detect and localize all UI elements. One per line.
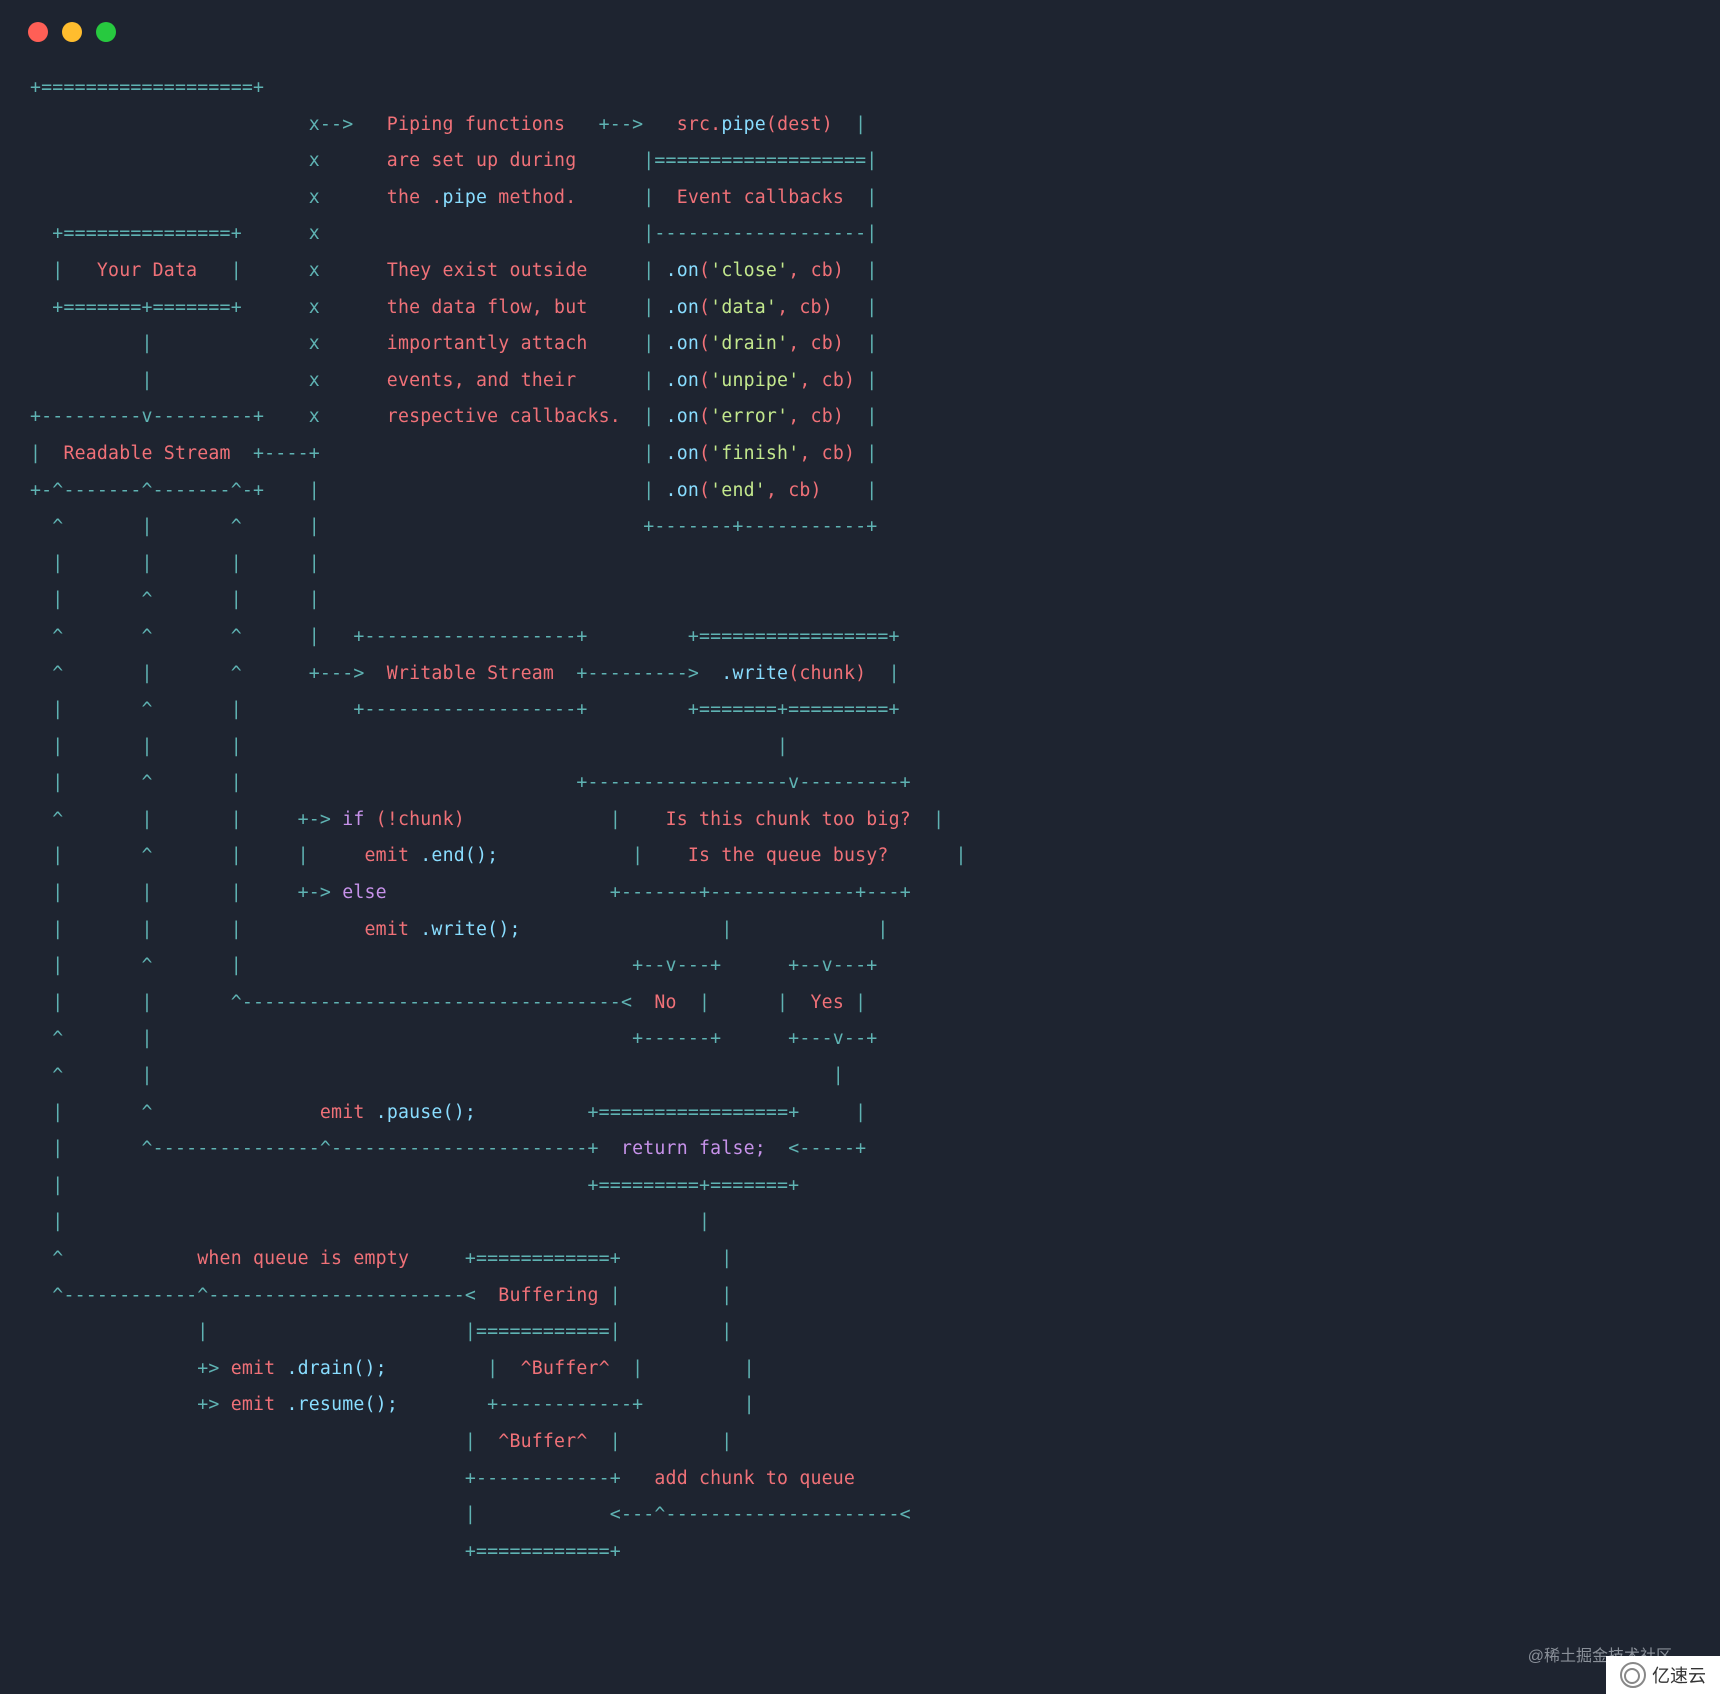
kw-return: return [621,1138,688,1159]
text-piping-l4: They exist outside [387,260,588,281]
text-src: src. [677,114,722,135]
text-no: No [654,992,676,1013]
text-add-chunk: add chunk to queue [654,1468,855,1489]
kw-else: else [342,882,387,903]
text-buffer1: ^Buffer^ [521,1358,610,1379]
text-yes: Yes [811,992,844,1013]
terminal-window: +===================+ x--> Piping functi… [0,0,1720,1694]
close-icon[interactable] [28,22,48,42]
text-piping-l5: the data flow, but [387,297,588,318]
window-titlebar [0,0,1720,50]
text-buffering: Buffering [498,1285,598,1306]
watermark-logo-icon [1620,1662,1646,1688]
ascii-diagram: +===================+ x--> Piping functi… [0,50,1720,1590]
text-piping-l8: respective callbacks. [387,406,621,427]
text-pipe: pipe [721,114,766,135]
watermark-text: 亿速云 [1652,1662,1706,1688]
text-dest: dest [777,114,822,135]
text-writable-stream: Writable Stream [387,663,554,684]
text-your-data: Your Data [97,260,197,281]
watermark: 亿速云 [1606,1656,1720,1694]
text-chunk-big: Is this chunk too big? [666,809,911,830]
text-piping-l7: events, and their [387,370,577,391]
text-event-callbacks: Event callbacks [677,187,844,208]
text-piping-l2: are set up during [387,150,577,171]
text-readable-stream: Readable Stream [63,443,230,464]
maximize-icon[interactable] [96,22,116,42]
minimize-icon[interactable] [62,22,82,42]
kw-if: if [342,809,364,830]
text-queue-empty: when queue is empty [197,1248,409,1269]
text-write-arg: chunk [799,663,855,684]
text-piping-l1: Piping functions [387,114,565,135]
text-queue-busy: Is the queue busy? [688,845,889,866]
kw-emit: emit [365,845,410,866]
text-piping-l6: importantly attach [387,333,588,354]
text-write-fn: .write [721,663,788,684]
text-buffer2: ^Buffer^ [498,1431,587,1452]
